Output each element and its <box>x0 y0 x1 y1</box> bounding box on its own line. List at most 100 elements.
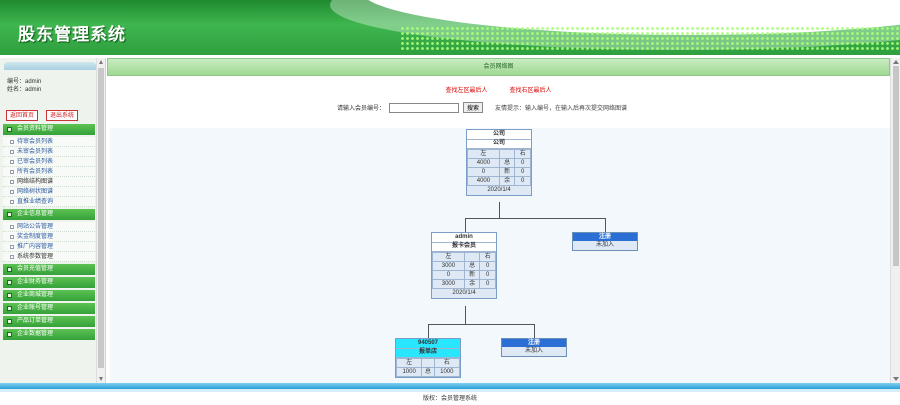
menu-item-unreviewed-members[interactable]: 未审会员列表 <box>3 147 95 157</box>
scroll-thumb[interactable] <box>98 68 104 368</box>
folder-icon <box>7 267 12 272</box>
member-id-input[interactable] <box>389 102 460 113</box>
stat-cell: 0 <box>467 167 500 177</box>
menu-item-direct-performance[interactable]: 直推业绩查询 <box>3 197 95 207</box>
menu-group-company-info[interactable]: 企业信息管理 <box>3 209 95 220</box>
search-label: 请输入会员编号： <box>337 106 386 112</box>
page-icon <box>10 160 14 164</box>
menu-group-recharge[interactable]: 会员充值管理 <box>3 264 95 275</box>
page-icon <box>10 180 14 184</box>
menu-item-network-tree[interactable]: 网络树状图谱 <box>3 187 95 197</box>
stat-cell: 0 <box>479 261 496 271</box>
tree-connector <box>605 218 606 232</box>
stat-cell: 总 <box>463 261 481 271</box>
copyright-text: 版权：会员管理系统 <box>422 396 477 402</box>
register-status: 未加入 <box>524 348 543 354</box>
page-icon <box>10 140 14 144</box>
tree-connector <box>534 324 535 338</box>
scroll-thumb[interactable] <box>893 66 899 266</box>
node-id: 公司 <box>467 130 531 140</box>
menu-group-mall[interactable]: 企业商城管理 <box>3 290 95 301</box>
stat-cell: 4000 <box>467 158 500 168</box>
sidebar-top-cap <box>4 62 96 70</box>
search-links: 查找左区最后人 查找右区最后人 <box>107 85 890 94</box>
menu-item-system-params[interactable]: 系统参数管理 <box>3 252 95 262</box>
tree-register-slot[interactable]: 注册 未加入 <box>572 232 638 251</box>
menu-item-bonus-rules[interactable]: 奖金制度管理 <box>3 232 95 242</box>
left-label: 左 <box>432 252 465 262</box>
menu-group-finance[interactable]: 企业财务管理 <box>3 277 95 288</box>
menu-item-promotion[interactable]: 推广内容管理 <box>3 242 95 252</box>
menu-item-all-members[interactable]: 所有会员列表 <box>3 167 95 177</box>
folder-icon <box>7 127 12 132</box>
find-left-last-link[interactable]: 查找左区最后人 <box>446 88 488 94</box>
page-icon <box>10 150 14 154</box>
menu-item-announcements[interactable]: 网站公告管理 <box>3 222 95 232</box>
left-label: 左 <box>467 149 500 159</box>
page-icon <box>10 190 14 194</box>
tree-node-940507[interactable]: 940507 报单店 左右 1000 总 1000 <box>395 338 461 378</box>
stat-cell: 0 <box>479 279 496 289</box>
footer-bar-light <box>0 389 900 392</box>
menu-item-reviewed-members[interactable]: 已审会员列表 <box>3 157 95 167</box>
stat-cell: 余 <box>463 279 481 289</box>
menu-group-data[interactable]: 企业数据管理 <box>3 329 95 340</box>
tree-register-slot[interactable]: 注册 未加入 <box>501 338 567 357</box>
node-name: 报单店 <box>396 349 460 358</box>
search-tip: 友情提示：输入编号，在输入后再次提交网络图谱 <box>495 106 628 112</box>
node-stats: 左右 4000 总 0 0新0 4000 余 0 <box>467 149 531 186</box>
folder-icon <box>7 293 12 298</box>
right-label: 右 <box>514 149 531 159</box>
sidebar-scrollbar[interactable] <box>96 58 105 383</box>
stat-cell: 0 <box>432 270 465 280</box>
folder-icon <box>7 306 12 311</box>
main-scrollbar[interactable] <box>890 58 900 383</box>
page-icon <box>10 225 14 229</box>
stat-cell: 4000 <box>467 176 500 186</box>
menu-item-network-structure[interactable]: 网络结构图谱 <box>3 177 95 187</box>
page-icon <box>10 255 14 259</box>
folder-icon <box>7 319 12 324</box>
user-info: 编号：admin 姓名：admin <box>7 78 41 94</box>
left-label: 左 <box>395 358 423 368</box>
search-row: 请输入会员编号： 搜索 友情提示：输入编号，在输入后再次提交网络图谱 <box>337 102 627 113</box>
tree-connector <box>428 324 534 325</box>
home-button[interactable]: 返回首页 <box>6 110 39 121</box>
folder-icon <box>7 332 12 337</box>
stat-cell: 0 <box>514 176 531 186</box>
folder-icon <box>7 212 12 217</box>
find-right-last-link[interactable]: 查找右区最后人 <box>509 88 551 94</box>
user-name: 姓名：admin <box>7 87 42 93</box>
page-icon <box>10 235 14 239</box>
folder-icon <box>7 280 12 285</box>
tree-connector <box>465 218 466 232</box>
header-dot-pattern <box>400 26 900 52</box>
app-header: 股东管理系统 <box>0 0 900 55</box>
stat-cell: 0 <box>514 158 531 168</box>
scroll-up-icon[interactable] <box>893 60 899 64</box>
logout-button[interactable]: 退出系统 <box>46 110 79 121</box>
menu-group-member-data[interactable]: 会员资料管理 <box>3 124 95 135</box>
tree-node-root[interactable]: 公司 公司 左右 4000 总 0 0新0 4000 余 0 2020/1/4 <box>466 129 532 196</box>
menu-group-orders[interactable]: 产品订单管理 <box>3 316 95 327</box>
stat-cell: 1000 <box>395 367 423 377</box>
search-button[interactable]: 搜索 <box>463 102 484 113</box>
scroll-down-icon[interactable] <box>893 377 899 381</box>
stat-cell: 0 <box>514 167 531 177</box>
page-icon <box>10 170 14 174</box>
network-tree: 公司 公司 左右 4000 总 0 0新0 4000 余 0 2020/1/4 admi… <box>110 128 890 383</box>
node-stats: 左右 3000 总 0 0新0 3000 余 0 <box>432 252 496 289</box>
tree-node-admin[interactable]: admin 报卡会员 左右 3000 总 0 0新0 3000 余 0 2020/1/4 <box>431 232 497 299</box>
page-icon <box>10 245 14 249</box>
node-id: 940507 <box>396 339 460 349</box>
tree-connector <box>465 218 605 219</box>
stat-cell: 3000 <box>432 261 465 271</box>
main-panel: 会员网络图 查找左区最后人 查找右区最后人 请输入会员编号： 搜索 友情提示：输… <box>107 58 890 383</box>
menu-item-pending-members[interactable]: 待审会员列表 <box>3 137 95 147</box>
menu-group-accounts[interactable]: 企业账号管理 <box>3 303 95 314</box>
node-stats: 左右 1000 总 1000 <box>395 358 461 377</box>
stat-cell: 新 <box>498 167 516 177</box>
scroll-up-icon[interactable] <box>99 60 103 64</box>
scroll-down-icon[interactable] <box>99 377 103 381</box>
register-title: 注册 <box>573 233 637 241</box>
